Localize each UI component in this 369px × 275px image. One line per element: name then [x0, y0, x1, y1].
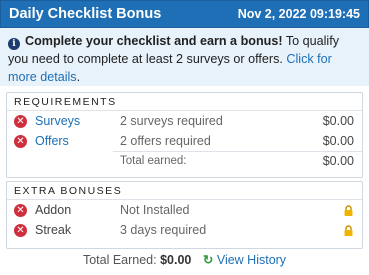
requirement-desc: 2 surveys required	[120, 114, 223, 128]
lock-icon	[344, 225, 353, 236]
total-earned-amount: $0.00	[322, 154, 354, 168]
offers-link[interactable]: Offers	[35, 131, 69, 151]
streak-label: Streak	[35, 223, 72, 237]
requirement-row-surveys: ✕ Surveys 2 surveys required $0.00	[7, 111, 362, 131]
total-earned-label: Total earned:	[120, 155, 187, 167]
lock-icon	[344, 205, 353, 216]
extra-bonuses-panel: EXTRA BONUSES ✕ Addon Not Installed ✕ St…	[6, 181, 363, 249]
bonus-row-addon: ✕ Addon Not Installed	[7, 200, 362, 220]
widget-datetime: Nov 2, 2022 09:19:45	[237, 7, 360, 21]
info-headline: Complete your checklist and earn a bonus…	[25, 34, 283, 48]
daily-checklist-widget: Daily Checklist Bonus Nov 2, 2022 09:19:…	[0, 0, 369, 275]
x-circle-icon: ✕	[14, 204, 27, 217]
addon-label: Addon	[35, 203, 72, 217]
requirement-row-offers: ✕ Offers 2 offers required $0.00	[7, 131, 362, 151]
info-icon: i	[8, 38, 20, 50]
info-end: .	[76, 70, 81, 84]
requirements-total-row: Total earned: $0.00	[113, 151, 362, 169]
surveys-link[interactable]: Surveys	[35, 111, 80, 131]
x-circle-icon: ✕	[14, 115, 27, 128]
x-circle-icon: ✕	[14, 224, 27, 237]
history-icon: ↻	[202, 253, 214, 267]
widget-header: Daily Checklist Bonus Nov 2, 2022 09:19:…	[0, 0, 369, 28]
footer-total-label: Total Earned:	[82, 253, 157, 267]
requirements-heading: REQUIREMENTS	[7, 93, 362, 111]
widget-title: Daily Checklist Bonus	[9, 6, 162, 22]
requirement-desc: 2 offers required	[120, 134, 211, 148]
requirement-amount: $0.00	[322, 134, 354, 148]
view-history-link[interactable]: ↻ View History	[203, 253, 286, 267]
extra-bonuses-heading: EXTRA BONUSES	[7, 182, 362, 200]
widget-footer: Total Earned: $0.00 ↻ View History	[0, 249, 369, 275]
view-history-label: View History	[216, 253, 287, 267]
x-circle-icon: ✕	[14, 135, 27, 148]
bonus-row-streak: ✕ Streak 3 days required	[7, 220, 362, 240]
requirements-panel: REQUIREMENTS ✕ Surveys 2 surveys require…	[6, 92, 363, 178]
info-box: i Complete your checklist and earn a bonu…	[0, 28, 369, 86]
footer-total-value: $0.00	[160, 253, 192, 267]
bonus-desc: 3 days required	[120, 223, 207, 237]
bonus-desc: Not Installed	[120, 203, 190, 217]
requirement-amount: $0.00	[322, 114, 354, 128]
